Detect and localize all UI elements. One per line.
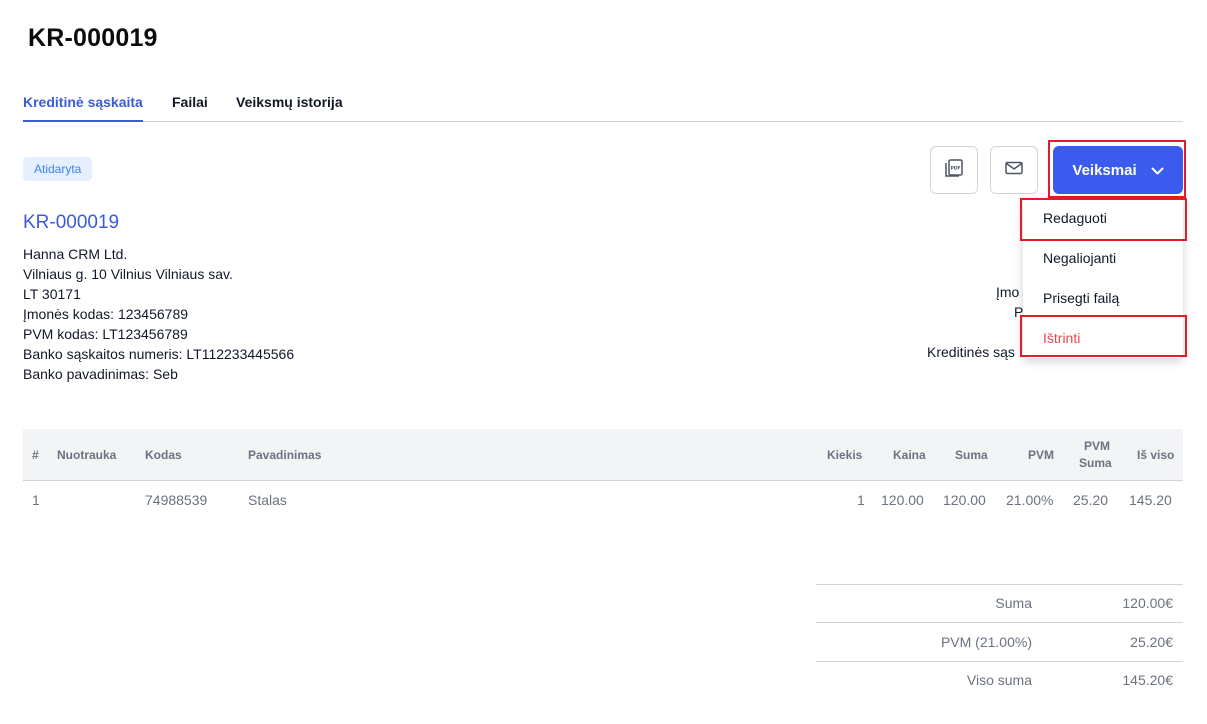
row-price: 120.00	[881, 492, 924, 508]
col-header-vat: PVM	[1028, 448, 1055, 462]
pdf-button[interactable]: PDF	[930, 146, 978, 194]
menu-item-edit[interactable]: Redaguoti	[1023, 198, 1183, 238]
menu-item-invalidate[interactable]: Negaliojanti	[1023, 238, 1183, 278]
company-code: Įmonės kodas: 123456789	[23, 306, 189, 322]
vat-code: PVM kodas: LT123456789	[23, 326, 188, 342]
invoice-number: KR-000019	[23, 212, 120, 233]
right-info-line-3: Kreditinės sąs	[927, 344, 1015, 360]
row-code: 74988539	[145, 492, 208, 508]
col-header-vat-sum-line2: Suma	[1079, 456, 1112, 470]
totals-vat-value: 25.20€	[1130, 634, 1173, 650]
col-header-photo: Nuotrauka	[57, 448, 117, 462]
status-badge: Atidaryta	[23, 157, 93, 181]
totals-sum-label: Suma	[995, 595, 1032, 611]
row-number: 1	[32, 492, 40, 508]
col-header-code: Kodas	[145, 448, 182, 462]
totals-vat-label: PVM (21.00%)	[940, 634, 1032, 650]
row-vat-sum: 25.20	[1073, 492, 1109, 508]
col-header-vat-sum-line1: PVM	[1084, 439, 1111, 453]
pdf-icon: PDF	[943, 157, 965, 184]
mail-icon	[1005, 161, 1023, 180]
actions-dropdown-menu: Redaguoti Negaliojanti Prisegti failą Iš…	[1023, 198, 1183, 358]
page-title: KR-000019	[28, 24, 158, 52]
email-button[interactable]	[990, 146, 1038, 194]
company-postal: LT 30171	[23, 286, 81, 302]
tab-bar: Kreditinė sąskaita Failai Veiksmų istori…	[23, 92, 1183, 122]
row-name: Stalas	[248, 492, 287, 508]
right-info-line-1: Įmo	[996, 284, 1020, 300]
row-quantity: 1	[857, 492, 865, 508]
company-name: Hanna CRM Ltd.	[23, 246, 128, 262]
right-info-line-2: P	[1014, 304, 1024, 320]
company-address: Vilniaus g. 10 Vilnius Vilniaus sav.	[23, 266, 233, 282]
totals-divider	[816, 584, 1183, 585]
totals-grand-label: Viso suma	[966, 672, 1032, 688]
company-details: Hanna CRM Ltd. Vilniaus g. 10 Vilnius Vi…	[23, 244, 294, 384]
actions-button-label: Veiksmai	[1072, 161, 1137, 179]
tab-files[interactable]: Failai	[172, 94, 208, 122]
table-header-row: # Nuotrauka Kodas Pavadinimas Kiekis Kai…	[23, 429, 1183, 481]
row-sum: 120.00	[943, 492, 986, 508]
col-header-sum: Suma	[955, 448, 988, 462]
menu-item-attach-file[interactable]: Prisegti failą	[1023, 278, 1183, 318]
totals-sum-value: 120.00€	[1122, 595, 1173, 611]
actions-button[interactable]: Veiksmai	[1053, 146, 1183, 194]
totals-grand-value: 145.20€	[1122, 672, 1173, 688]
menu-item-delete[interactable]: Ištrinti	[1023, 318, 1183, 358]
tab-action-history[interactable]: Veiksmų istorija	[236, 94, 343, 122]
col-header-price: Kaina	[893, 448, 926, 462]
totals-divider	[816, 622, 1183, 623]
svg-text:PDF: PDF	[950, 165, 960, 171]
bank-account: Banko sąskaitos numeris: LT112233445566	[23, 346, 295, 362]
chevron-down-icon	[1151, 162, 1164, 179]
bank-name: Banko pavadinimas: Seb	[23, 366, 178, 382]
col-header-quantity: Kiekis	[827, 448, 863, 462]
row-total: 145.20	[1129, 492, 1172, 508]
col-header-number: #	[32, 448, 39, 462]
col-header-total: Iš viso	[1137, 448, 1175, 462]
tab-credit-invoice[interactable]: Kreditinė sąskaita	[23, 94, 143, 122]
row-vat: 21.00%	[1006, 492, 1054, 508]
totals-divider	[816, 661, 1183, 662]
col-header-name: Pavadinimas	[248, 448, 322, 462]
